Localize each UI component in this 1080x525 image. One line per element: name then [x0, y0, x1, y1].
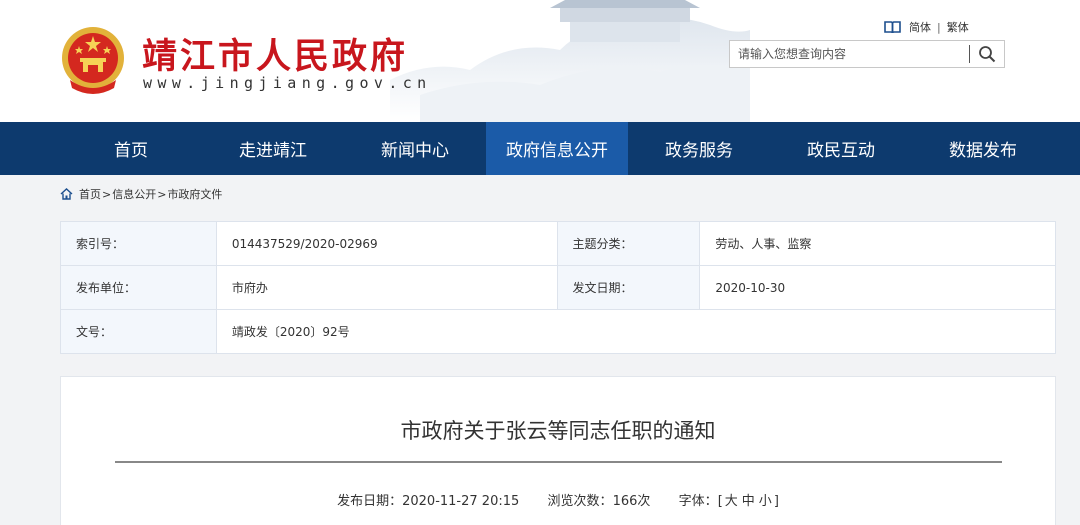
index-value: 014437529/2020-02969: [215, 221, 558, 266]
search-icon: [979, 46, 996, 63]
topic-label: 主题分类：: [556, 221, 701, 266]
site-url: www.jingjiang.gov.cn: [143, 74, 432, 92]
breadcrumb-info-disclosure[interactable]: 信息公开: [112, 186, 156, 202]
index-label: 索引号：: [60, 221, 217, 266]
site-title: 靖江市人民政府: [142, 36, 409, 77]
breadcrumb-separator: >: [102, 187, 112, 201]
view-count-value: 166次: [612, 494, 651, 509]
view-count-label: 浏览次数：: [547, 494, 613, 509]
font-bracket-open: [: [717, 494, 723, 509]
font-size-large[interactable]: 大: [725, 490, 738, 509]
breadcrumb-home[interactable]: 首页: [79, 186, 101, 202]
table-row: 文号： 靖政发〔2020〕92号: [60, 309, 1057, 354]
breadcrumb-separator: >: [157, 187, 167, 201]
publish-date-label: 发布日期：: [337, 494, 403, 509]
lang-traditional-link[interactable]: 繁体: [947, 19, 969, 35]
national-emblem: [62, 27, 124, 94]
title-divider: [115, 461, 1002, 463]
language-switch: 简体 | 繁体: [884, 18, 969, 36]
search-button[interactable]: [970, 41, 1004, 67]
font-size-small[interactable]: 小: [759, 490, 772, 509]
search-input[interactable]: [730, 41, 969, 67]
doc-number-value: 靖政发〔2020〕92号: [215, 309, 1057, 354]
main-nav: 首页 走进靖江 新闻中心 政府信息公开 政务服务 政民互动 数据发布: [0, 122, 1080, 175]
nav-item-about-jingjiang[interactable]: 走进靖江: [202, 122, 344, 175]
publisher-value: 市府办: [215, 265, 558, 310]
nav-item-public-interaction[interactable]: 政民互动: [770, 122, 912, 175]
document-info-table: 索引号： 014437529/2020-02969 主题分类： 劳动、人事、监察…: [60, 221, 1057, 354]
topic-value: 劳动、人事、监察: [699, 221, 1056, 266]
font-size-medium[interactable]: 中: [742, 490, 755, 509]
nav-item-news-center[interactable]: 新闻中心: [344, 122, 486, 175]
table-row: 索引号： 014437529/2020-02969 主题分类： 劳动、人事、监察: [60, 221, 1056, 266]
font-size-label: 字体：: [678, 494, 718, 509]
book-icon: [884, 20, 901, 33]
issue-date-label: 发文日期：: [556, 265, 701, 310]
nav-item-home[interactable]: 首页: [60, 122, 202, 175]
breadcrumb: 首页 > 信息公开 > 市政府文件: [60, 186, 222, 202]
breadcrumb-city-gov-docs[interactable]: 市政府文件: [167, 186, 222, 202]
landscape-background-image: [390, 0, 750, 122]
nav-item-data-release[interactable]: 数据发布: [912, 122, 1054, 175]
publish-date-value: 2020-11-27 20:15: [402, 494, 520, 509]
article-title: 市政府关于张云等同志任职的通知: [400, 419, 716, 443]
lang-simplified-link[interactable]: 简体: [909, 19, 931, 35]
lang-separator: |: [937, 20, 941, 34]
table-row: 发布单位： 市府办 发文日期： 2020-10-30: [60, 265, 1056, 310]
article-meta: 发布日期：2020-11-27 20:15 浏览次数：166次 字体：[大中小]: [61, 490, 1055, 509]
article-panel: 市政府关于张云等同志任职的通知 发布日期：2020-11-27 20:15 浏览…: [60, 376, 1056, 525]
nav-item-gov-info-disclosure[interactable]: 政府信息公开: [486, 122, 628, 175]
font-bracket-close: ]: [773, 494, 779, 509]
nav-item-gov-services[interactable]: 政务服务: [628, 122, 770, 175]
site-header: 靖江市人民政府 www.jingjiang.gov.cn 简体 | 繁体: [0, 0, 1080, 122]
issue-date-value: 2020-10-30: [699, 265, 1056, 310]
search-box: [729, 40, 1005, 68]
publisher-label: 发布单位：: [60, 265, 217, 310]
home-icon: [60, 188, 73, 200]
doc-number-label: 文号：: [60, 309, 217, 354]
